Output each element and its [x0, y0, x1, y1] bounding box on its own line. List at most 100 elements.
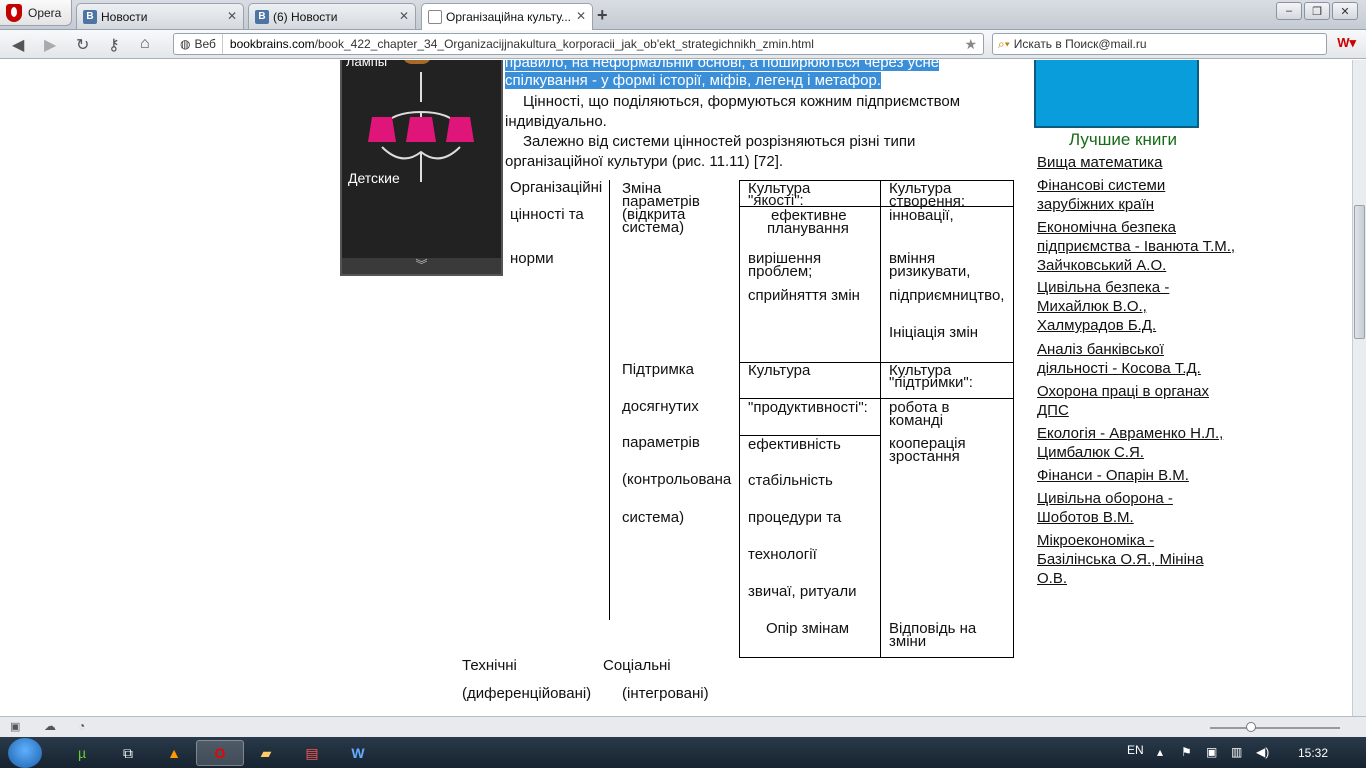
figure-label: Підтримка: [622, 361, 695, 378]
tray-arrow-icon[interactable]: ▴: [1157, 745, 1163, 759]
book-link[interactable]: Економічна безпека підприємства - Іванют…: [1037, 218, 1237, 275]
wikipedia-menu-icon[interactable]: W▾: [1337, 35, 1356, 51]
navigation-bar: ◀ ▶ ↻ ⚷ ⌂ ◍ Веб bookbrains.com/book_422_c…: [0, 30, 1366, 59]
opera-logo-icon: [6, 3, 22, 22]
book-link[interactable]: Фінансові системи зарубіжних країн: [1037, 176, 1237, 214]
device-icon[interactable]: ▣: [1206, 745, 1217, 759]
language-indicator[interactable]: EN: [1127, 743, 1144, 757]
book-link[interactable]: Фінанси - Опарін В.М.: [1037, 466, 1237, 485]
scrollbar-thumb[interactable]: [1354, 205, 1365, 339]
article-line: індивідуально.: [505, 113, 607, 130]
minimize-button[interactable]: –: [1276, 2, 1302, 20]
bottom-label: (диференційовані): [462, 685, 592, 702]
windows-start-button[interactable]: [8, 738, 42, 768]
quality-item: проблем;: [748, 263, 813, 280]
url-domain: bookbrains.com: [229, 37, 315, 51]
support-culture-title: "підтримки":: [889, 374, 973, 391]
forward-icon[interactable]: ▶: [44, 35, 56, 55]
tab-label: (6) Новости: [273, 9, 338, 24]
avast-icon[interactable]: ▲: [150, 740, 198, 766]
page-content: Лампы Детские ︾ правило, на неформальній…: [0, 60, 1352, 716]
status-bar: ▣ ☁ ◔: [0, 716, 1366, 737]
table-border: [739, 657, 1014, 658]
close-tab-icon[interactable]: ✕: [576, 9, 586, 23]
creation-item: інновації,: [889, 207, 954, 224]
zoom-slider[interactable]: [1210, 722, 1340, 732]
tab-article[interactable]: Організаційна культу... ✕: [421, 3, 593, 30]
bookmark-star-icon[interactable]: ★: [964, 36, 977, 53]
tab-label: Організаційна культу...: [446, 10, 572, 24]
close-tab-icon[interactable]: ✕: [227, 9, 237, 23]
productivity-item: Опір змінам: [766, 620, 850, 637]
window-controls: – ❐ ✕: [1276, 2, 1358, 20]
productivity-item: стабільність: [748, 472, 833, 489]
book-link[interactable]: Охорона праці в органах ДПС: [1037, 382, 1237, 420]
quality-culture-title: "якості":: [748, 192, 804, 209]
book-link[interactable]: Мікроекономіка - Базілінська О.Я., Мінін…: [1037, 531, 1237, 588]
network-icon[interactable]: ⧉: [104, 740, 152, 766]
vertical-scrollbar[interactable]: [1352, 60, 1366, 716]
article-line: спілкування - у формі історії, міфів, ле…: [505, 71, 881, 91]
url-path: /book_422_chapter_34_Organizacijjnakultu…: [314, 37, 814, 51]
flag-icon[interactable]: ⚑: [1181, 745, 1192, 759]
speed-dial-icon[interactable]: ◔: [78, 719, 85, 733]
figure-label: цінності та: [510, 206, 584, 223]
zoom-knob[interactable]: [1246, 722, 1256, 732]
close-tab-icon[interactable]: ✕: [399, 9, 409, 23]
lamp-shade-icon: [402, 60, 432, 64]
chevron-down-icon[interactable]: ︾: [342, 258, 501, 274]
volume-icon[interactable]: ◀): [1256, 745, 1269, 759]
app-icon[interactable]: ▤: [288, 740, 336, 766]
search-field[interactable]: ⌕▾ Искать в Поиск@mail.ru: [992, 33, 1327, 55]
bottom-label: (інтегровані): [622, 685, 709, 702]
folder-icon[interactable]: ▰: [242, 740, 290, 766]
book-link[interactable]: Цивільна безпека - Михайлюк В.О., Халмур…: [1037, 278, 1237, 335]
close-window-button[interactable]: ✕: [1332, 2, 1358, 20]
word-icon[interactable]: W: [334, 740, 382, 766]
tab-bar: Opera B Новости ✕ B (6) Новости ✕ Органі…: [0, 0, 1366, 30]
lamp-advertisement[interactable]: Лампы Детские ︾: [340, 60, 503, 276]
book-link[interactable]: Екологія - Авраменко Н.Л., Цимбалюк С.Я.: [1037, 424, 1237, 462]
clock[interactable]: 15:32: [1298, 746, 1328, 760]
reload-icon[interactable]: ↻: [76, 35, 89, 55]
creation-item: Ініціація змін: [889, 324, 979, 341]
article-line: Залежно від системи цінностей розрізняют…: [523, 133, 916, 150]
new-tab-button[interactable]: +: [597, 5, 608, 26]
quality-item: сприйняття змін: [748, 287, 860, 304]
utorrent-icon[interactable]: µ: [58, 740, 106, 766]
home-icon[interactable]: ⌂: [140, 35, 150, 53]
web-mode-label: Веб: [194, 37, 216, 51]
opera-menu-button[interactable]: Opera: [0, 0, 72, 26]
productivity-culture-title: "продуктивності":: [748, 399, 868, 416]
address-field[interactable]: ◍ Веб bookbrains.com/book_422_chapter_34_…: [173, 33, 984, 55]
figure-label: система): [622, 509, 685, 526]
creation-item: ризикувати,: [889, 263, 971, 280]
panel-toggle-icon[interactable]: ▣: [10, 720, 20, 733]
book-link[interactable]: Аналіз банківської діяльності - Косова Т…: [1037, 340, 1237, 378]
book-link[interactable]: Вища математика: [1037, 153, 1237, 172]
search-engine-icon[interactable]: ⌕▾: [998, 37, 1010, 52]
article-line: Цінності, що поділяються, формуються кож…: [523, 93, 961, 110]
opera-taskbar-icon[interactable]: O: [196, 740, 244, 766]
network-tray-icon[interactable]: ▥: [1231, 745, 1242, 759]
table-border: [880, 180, 881, 658]
figure-label: досягнутих: [622, 398, 699, 415]
article-line: організаційної культури (рис. 11.11) [72…: [505, 153, 784, 170]
key-icon[interactable]: ⚷: [108, 35, 120, 55]
back-icon[interactable]: ◀: [12, 35, 24, 55]
web-mode-badge[interactable]: ◍ Веб: [174, 34, 223, 54]
tab-news-2[interactable]: B (6) Новости ✕: [248, 3, 416, 29]
search-placeholder: Искать в Поиск@mail.ru: [1013, 37, 1147, 51]
maximize-button[interactable]: ❐: [1304, 2, 1330, 20]
table-border: [739, 180, 740, 658]
tab-news-1[interactable]: B Новости ✕: [76, 3, 244, 29]
productivity-culture-title: Культура: [748, 362, 811, 379]
cloud-icon[interactable]: ☁: [44, 719, 56, 733]
book-link[interactable]: Цивільна оборона - Шоботов В.М.: [1037, 489, 1237, 527]
figure-label: параметрів: [622, 434, 700, 451]
creation-item: підприємництво,: [889, 287, 1005, 304]
table-border: [1013, 180, 1014, 658]
windows-taskbar: µ ⧉ ▲ O ▰ ▤ W EN ▴ ⚑ ▣ ▥ ◀) 15:32: [0, 737, 1366, 768]
sidebar-banner[interactable]: [1034, 60, 1199, 128]
best-books-heading: Лучшие книги: [1069, 130, 1178, 149]
